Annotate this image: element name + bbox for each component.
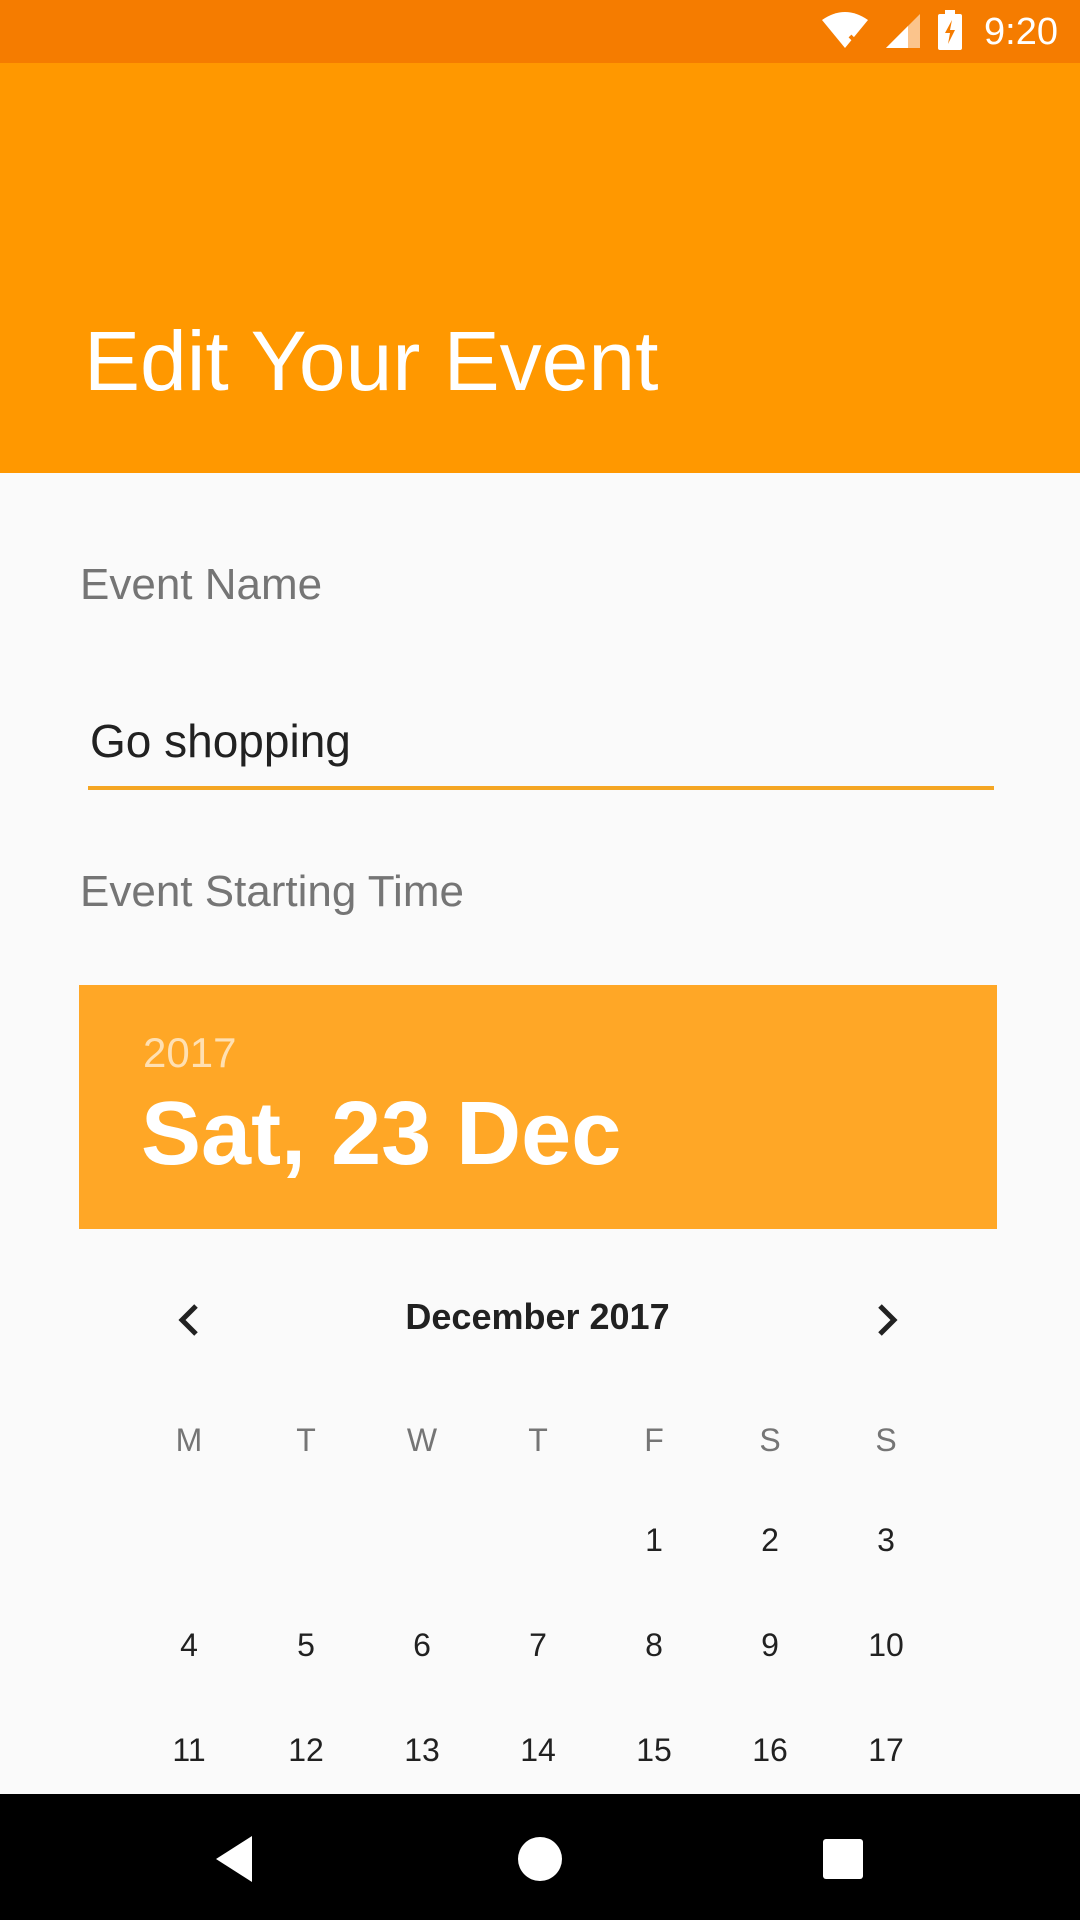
home-circle-icon bbox=[518, 1837, 562, 1881]
calendar-day[interactable]: 7 bbox=[480, 1627, 596, 1664]
weekday-header: F bbox=[644, 1422, 664, 1458]
recents-square-icon bbox=[823, 1839, 863, 1879]
home-button[interactable] bbox=[505, 1824, 575, 1894]
weekday-header: M bbox=[175, 1422, 203, 1458]
calendar-day[interactable]: 15 bbox=[596, 1732, 712, 1769]
recents-button[interactable] bbox=[808, 1824, 878, 1894]
app-bar: Edit Your Event bbox=[0, 63, 1080, 473]
calendar-day[interactable]: 10 bbox=[828, 1627, 944, 1664]
calendar-day[interactable]: 8 bbox=[596, 1627, 712, 1664]
navigation-bar bbox=[0, 1794, 1080, 1920]
calendar-day[interactable]: 3 bbox=[828, 1522, 944, 1559]
calendar-day[interactable]: 12 bbox=[248, 1732, 364, 1769]
date-picker-header: 2017 Sat, 23 Dec bbox=[79, 985, 997, 1229]
chevron-right-icon bbox=[878, 1304, 898, 1336]
calendar-day[interactable]: 13 bbox=[364, 1732, 480, 1769]
calendar-day[interactable]: 6 bbox=[364, 1627, 480, 1664]
calendar-day[interactable]: 1 bbox=[596, 1522, 712, 1559]
start-time-label: Event Starting Time bbox=[80, 867, 464, 916]
back-button[interactable] bbox=[200, 1824, 270, 1894]
weekday-header: T bbox=[528, 1422, 548, 1458]
picker-year[interactable]: 2017 bbox=[143, 1029, 236, 1077]
calendar-day[interactable]: 4 bbox=[131, 1627, 247, 1664]
next-month-button[interactable] bbox=[856, 1290, 916, 1350]
weekday-header: S bbox=[759, 1422, 781, 1458]
status-icons: 9:20 bbox=[820, 9, 1058, 56]
page-title: Edit Your Event bbox=[84, 314, 659, 408]
wifi-icon bbox=[820, 10, 870, 55]
event-name-input[interactable] bbox=[88, 706, 994, 790]
back-triangle-icon bbox=[216, 1836, 252, 1882]
calendar-day[interactable]: 14 bbox=[480, 1732, 596, 1769]
calendar-day[interactable]: 9 bbox=[712, 1627, 828, 1664]
weekday-header: W bbox=[406, 1422, 438, 1458]
status-time: 9:20 bbox=[984, 10, 1058, 53]
calendar-day[interactable]: 5 bbox=[248, 1627, 364, 1664]
calendar-day[interactable]: 16 bbox=[712, 1732, 828, 1769]
picker-selected-date[interactable]: Sat, 23 Dec bbox=[141, 1083, 621, 1186]
signal-icon bbox=[884, 10, 922, 55]
calendar-day[interactable]: 2 bbox=[712, 1522, 828, 1559]
calendar-day[interactable]: 17 bbox=[828, 1732, 944, 1769]
weekday-header: T bbox=[296, 1422, 316, 1458]
calendar-day[interactable]: 11 bbox=[131, 1732, 247, 1769]
status-bar: 9:20 bbox=[0, 0, 1080, 63]
event-name-label: Event Name bbox=[80, 560, 323, 609]
battery-charging-icon bbox=[936, 9, 964, 56]
weekday-header: S bbox=[875, 1422, 897, 1458]
